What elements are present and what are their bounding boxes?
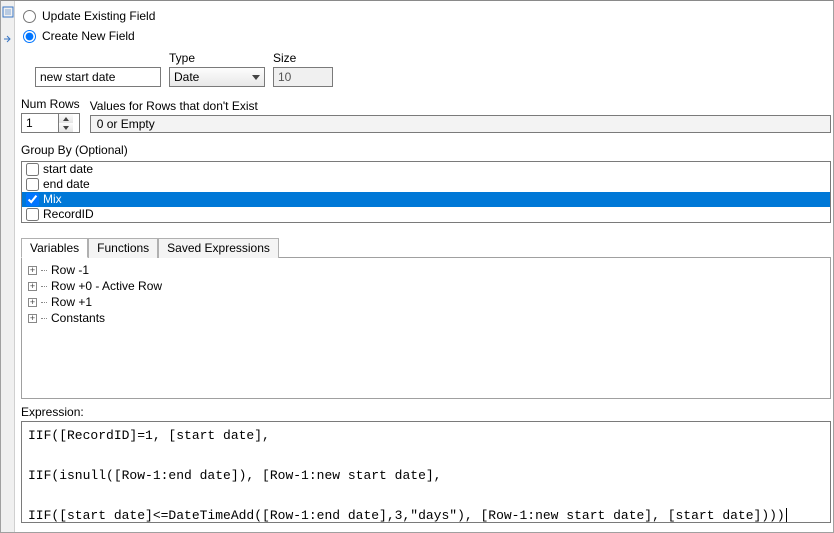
radio-update[interactable] bbox=[23, 10, 36, 23]
groupby-checkbox[interactable] bbox=[26, 208, 39, 221]
expression-editor[interactable]: IIF([RecordID]=1, [start date], IIF(isnu… bbox=[21, 421, 831, 523]
numrows-input[interactable] bbox=[22, 114, 58, 132]
groupby-item[interactable]: RecordID bbox=[22, 207, 830, 222]
tree-item-label: Constants bbox=[51, 311, 105, 325]
groupby-item[interactable]: start date bbox=[22, 162, 830, 177]
type-label: Type bbox=[169, 51, 265, 65]
tab-functions[interactable]: Functions bbox=[88, 238, 158, 258]
groupby-item[interactable]: end date bbox=[22, 177, 830, 192]
tree-connector bbox=[41, 270, 47, 271]
chevron-down-icon bbox=[252, 70, 260, 84]
radio-create-label: Create New Field bbox=[42, 29, 135, 43]
groupby-list[interactable]: start dateend dateMixRecordID bbox=[21, 161, 831, 223]
tree-connector bbox=[41, 318, 47, 319]
values-rows-value: 0 or Empty bbox=[97, 117, 155, 131]
spin-up-button[interactable] bbox=[59, 114, 73, 123]
radio-update-existing[interactable]: Update Existing Field bbox=[17, 5, 833, 25]
tree-item[interactable]: + Row +0 - Active Row bbox=[28, 278, 824, 294]
expression-label: Expression: bbox=[21, 405, 833, 419]
tree-connector bbox=[41, 302, 47, 303]
tree-item[interactable]: + Row -1 bbox=[28, 262, 824, 278]
radio-create[interactable] bbox=[23, 30, 36, 43]
groupby-item[interactable]: Mix bbox=[22, 192, 830, 207]
config-icon bbox=[1, 5, 15, 19]
tree-item-label: Row +0 - Active Row bbox=[51, 279, 162, 293]
tab-saved-expressions[interactable]: Saved Expressions bbox=[158, 238, 279, 258]
arrow-icon bbox=[1, 32, 15, 46]
caret-down-icon bbox=[63, 126, 69, 130]
groupby-label: Group By (Optional) bbox=[21, 143, 128, 157]
expand-icon[interactable]: + bbox=[28, 282, 37, 291]
variables-tree[interactable]: + Row -1 + Row +0 - Active Row + Row +1 + Const… bbox=[21, 257, 831, 399]
groupby-checkbox[interactable] bbox=[26, 163, 39, 176]
tree-item-label: Row +1 bbox=[51, 295, 92, 309]
tree-connector bbox=[41, 286, 47, 287]
new-field-name-input[interactable] bbox=[35, 67, 161, 87]
tree-item[interactable]: + Row +1 bbox=[28, 294, 824, 310]
type-select[interactable]: Date bbox=[169, 67, 265, 87]
groupby-item-label: RecordID bbox=[43, 207, 94, 222]
values-rows-select[interactable]: 0 or Empty bbox=[90, 115, 831, 133]
values-rows-label: Values for Rows that don't Exist bbox=[90, 99, 833, 113]
tree-item-label: Row -1 bbox=[51, 263, 89, 277]
expand-icon[interactable]: + bbox=[28, 266, 37, 275]
spin-down-button[interactable] bbox=[59, 123, 73, 132]
radio-create-new[interactable]: Create New Field bbox=[17, 25, 833, 45]
groupby-checkbox[interactable] bbox=[26, 193, 39, 206]
text-caret bbox=[786, 508, 787, 523]
groupby-checkbox[interactable] bbox=[26, 178, 39, 191]
numrows-spinner[interactable] bbox=[21, 113, 80, 133]
expand-icon[interactable]: + bbox=[28, 298, 37, 307]
numrows-label: Num Rows bbox=[21, 97, 80, 111]
size-label: Size bbox=[273, 51, 333, 65]
tool-rail bbox=[1, 1, 15, 532]
radio-update-label: Update Existing Field bbox=[42, 9, 155, 23]
type-select-value: Date bbox=[174, 70, 199, 84]
caret-up-icon bbox=[63, 117, 69, 121]
tree-item[interactable]: + Constants bbox=[28, 310, 824, 326]
groupby-item-label: end date bbox=[43, 177, 90, 192]
size-input bbox=[273, 67, 333, 87]
groupby-item-label: Mix bbox=[43, 192, 62, 207]
tab-variables[interactable]: Variables bbox=[21, 238, 88, 258]
groupby-item-label: start date bbox=[43, 162, 93, 177]
expand-icon[interactable]: + bbox=[28, 314, 37, 323]
